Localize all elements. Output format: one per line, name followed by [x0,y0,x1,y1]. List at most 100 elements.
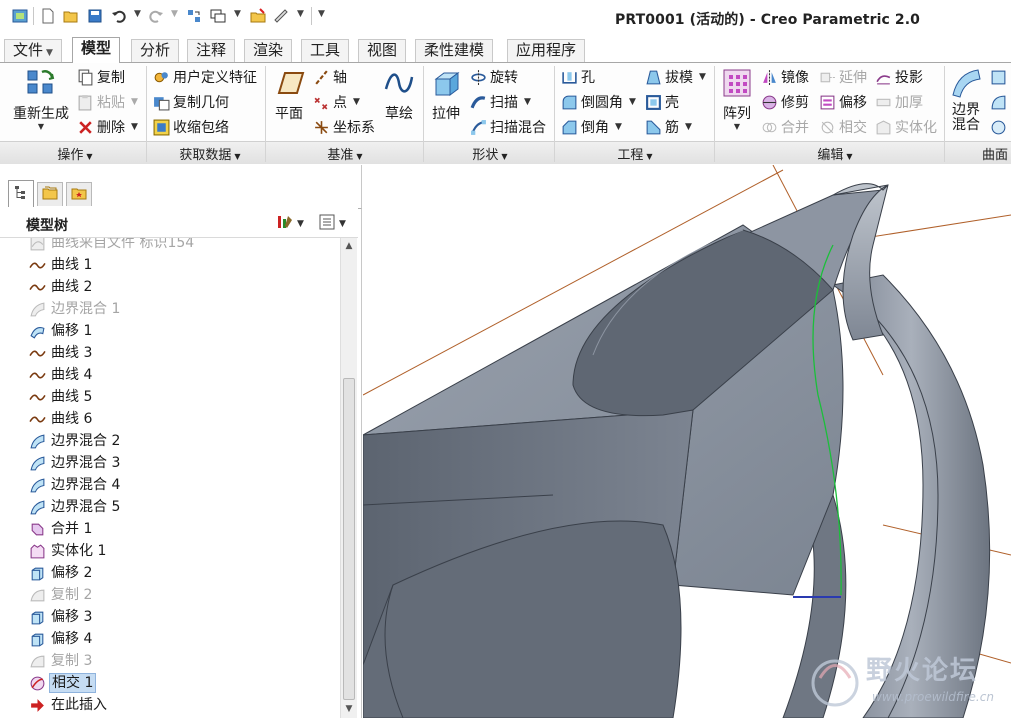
tree-item-boundary-blend-3[interactable]: 边界混合 3 [0,452,340,474]
open-folder-icon[interactable] [63,8,79,24]
tree-item-offset-4[interactable]: 偏移 4 [0,628,340,650]
chamfer-button[interactable]: 倒角 ▼ [560,116,622,138]
windows-icon[interactable] [210,8,226,24]
scrollbar-thumb[interactable] [343,378,355,700]
undo-dropdown-icon[interactable]: ▼ [134,9,141,19]
group-label-engineering[interactable]: 工程 ▼ [580,144,690,163]
shrinkwrap-button[interactable]: 收缩包络 [152,116,229,138]
tree-item-boundary-blend-2[interactable]: 边界混合 2 [0,430,340,452]
group-label-editing[interactable]: 编辑 ▼ [780,144,890,163]
freestyle-button[interactable] [990,116,1010,138]
paste-button[interactable]: 粘贴 ▼ [76,91,138,113]
swept-blend-button[interactable]: 扫描混合 [469,116,546,138]
extend-button[interactable]: 延伸 [818,66,867,88]
tab-annotate[interactable]: 注释 [187,39,236,62]
close-window-icon[interactable] [250,8,266,24]
tree-item-copy-3[interactable]: 复制 3 [0,650,340,672]
new-file-icon[interactable] [40,8,56,24]
shell-button[interactable]: 壳 [644,91,679,113]
regenerate-small-icon[interactable] [186,8,202,24]
tree-item-offset-2[interactable]: 偏移 2 [0,562,340,584]
group-label-get-data[interactable]: 获取数据 ▼ [160,144,260,163]
udf-button[interactable]: 用户定义特征 [152,66,257,88]
merge-button[interactable]: 合并 [760,116,809,138]
sketch-button[interactable]: 草绘 [382,66,416,123]
tab-analysis[interactable]: 分析 [131,39,180,62]
customize-toolbar-icon[interactable]: ▼ [318,9,325,19]
tree-item-curve-4[interactable]: 曲线 4 [0,364,340,386]
tree-item-copy-2[interactable]: 复制 2 [0,584,340,606]
tab-tools[interactable]: 工具 [301,39,350,62]
pattern-button[interactable]: 阵列 ▼ [720,66,754,131]
delete-button[interactable]: 删除 ▼ [76,116,138,138]
tab-flexible-modeling[interactable]: 柔性建模 [415,39,494,62]
copy-button[interactable]: 复制 [76,66,125,88]
trim-button[interactable]: 修剪 [760,91,809,113]
model-render[interactable] [363,165,1011,718]
undo-icon[interactable] [111,8,127,24]
group-label-surfaces[interactable]: 曲面 [975,144,1011,163]
sweep-button[interactable]: 扫描 ▼ [469,91,531,113]
solidify-button[interactable]: 实体化 [874,116,937,138]
scroll-up-icon[interactable]: ▲ [341,238,357,254]
tree-item-curve-1[interactable]: 曲线 1 [0,254,340,276]
tree-show-button[interactable]: ▼ [318,214,346,234]
group-label-shapes[interactable]: 形状 ▼ [440,144,540,163]
tree-item-boundary-blend-1[interactable]: 边界混合 1 [0,298,340,320]
tree-item-insert-here[interactable]: 在此插入 [0,694,340,716]
tree-item-boundary-blend-4[interactable]: 边界混合 4 [0,474,340,496]
regenerate-button[interactable]: 重新生成 ▼ [10,66,72,131]
redo-dropdown-icon[interactable]: ▼ [171,9,178,19]
tab-folder-browser[interactable] [37,182,63,206]
tab-model[interactable]: 模型 [72,37,121,63]
mirror-button[interactable]: 镜像 [760,66,809,88]
save-icon[interactable] [87,8,103,24]
group-label-datum[interactable]: 基准 ▼ [290,144,400,163]
tab-model-tree[interactable] [8,180,34,207]
creo-app-icon[interactable] [12,8,28,24]
quick-access-dropdown-icon[interactable]: ▼ [297,9,304,19]
draft-button[interactable]: 拔模 ▼ [644,66,706,88]
tree-item-curve-6[interactable]: 曲线 6 [0,408,340,430]
fill-surface-button[interactable] [990,66,1010,88]
project-button[interactable]: 投影 [874,66,923,88]
extrude-button[interactable]: 拉伸 [429,66,463,123]
tree-item-curve-2[interactable]: 曲线 2 [0,276,340,298]
model-tree-scrollbar[interactable]: ▲ ▼ [340,238,357,718]
tab-file[interactable]: 文件 ▼ [4,39,62,62]
round-button[interactable]: 倒圆角 ▼ [560,91,636,113]
tree-item-boundary-blend-5[interactable]: 边界混合 5 [0,496,340,518]
tab-render[interactable]: 渲染 [244,39,293,62]
ruler-icon[interactable] [273,8,289,24]
windows-dropdown-icon[interactable]: ▼ [234,9,241,19]
thicken-button[interactable]: 加厚 [874,91,923,113]
graphics-viewport[interactable] [363,165,1011,718]
revolve-button[interactable]: 旋转 [469,66,518,88]
boundary-blend-button[interactable]: 边界 混合 [948,66,984,133]
tree-item-solidify-1[interactable]: 实体化 1 [0,540,340,562]
offset-button[interactable]: 偏移 [818,91,867,113]
axis-button[interactable]: 轴 [312,66,347,88]
tree-item-intersect-1[interactable]: 相交 1 [0,672,340,694]
tab-favorites[interactable] [66,182,92,206]
tree-item-merge-1[interactable]: 合并 1 [0,518,340,540]
csys-button[interactable]: 坐标系 [312,116,375,138]
point-button[interactable]: 点 ▼ [312,91,360,113]
intersect-button[interactable]: 相交 [818,116,867,138]
tab-applications[interactable]: 应用程序 [507,39,586,62]
tab-view[interactable]: 视图 [358,39,407,62]
group-label-operations[interactable]: 操作 ▼ [30,144,120,163]
tree-item-curve-5[interactable]: 曲线 5 [0,386,340,408]
scroll-down-icon[interactable]: ▼ [341,701,357,717]
tree-item-offset-3[interactable]: 偏移 3 [0,606,340,628]
tree-item-curve-3[interactable]: 曲线 3 [0,342,340,364]
plane-button[interactable]: 平面 [272,66,306,123]
tree-item-curve-from-file[interactable]: 曲线来自文件 标识154 [0,238,340,254]
hole-button[interactable]: 孔 [560,66,595,88]
style-surface-button[interactable] [990,91,1010,113]
tree-item-offset-1[interactable]: 偏移 1 [0,320,340,342]
copy-geometry-button[interactable]: 复制几何 [152,91,229,113]
redo-icon[interactable] [148,8,164,24]
tree-settings-button[interactable]: ▼ [276,214,304,234]
rib-button[interactable]: 筋 ▼ [644,116,692,138]
